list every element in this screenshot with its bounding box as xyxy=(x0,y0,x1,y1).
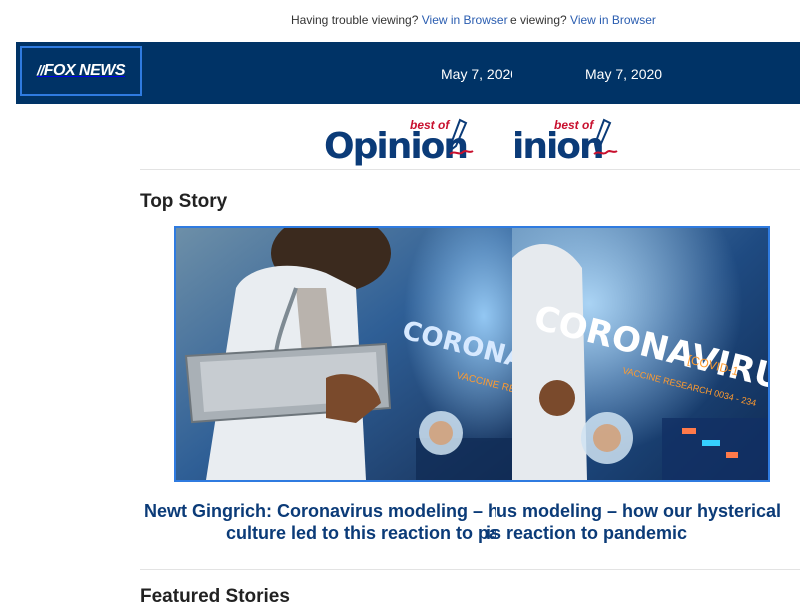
fox-news-logo: //FOX NEWS xyxy=(36,62,126,79)
headline-line2-part1: culture led to this reaction to pa xyxy=(226,523,496,543)
view-in-browser-link[interactable]: View in Browser xyxy=(422,13,508,27)
view-in-browser-link-duplicate[interactable]: View in Browser xyxy=(570,13,656,27)
best-of-opinion-logo-duplicate: inion best of xyxy=(510,112,620,168)
pen-icon xyxy=(449,118,474,155)
featured-stories-heading: Featured Stories xyxy=(140,586,290,607)
issue-date-duplicate: May 7, 2020 xyxy=(585,66,663,82)
headline-line1-part2: us modeling – how our hysterical xyxy=(496,501,782,521)
pen-icon xyxy=(593,118,618,155)
headline-line2-part2: is reaction to pandemic xyxy=(486,523,688,543)
best-of-opinion-logo: Opinion best of xyxy=(322,112,480,168)
top-story-image: CORONAVIRUS VACCINE RESEARCH 0034 - 234 xyxy=(176,228,516,480)
divider xyxy=(140,569,800,570)
best-of-opinion-banner: Opinion best of inion best of xyxy=(0,112,800,168)
view-in-browser-copy: Having trouble viewing? View in Browser xyxy=(291,13,508,27)
top-story-image-duplicate: CORONAVIRUS [COVID-1 VACCINE RESEARCH 00… xyxy=(512,228,768,480)
top-story-image-link[interactable]: CORONAVIRUS VACCINE RESEARCH 0034 - 234 xyxy=(174,226,770,482)
top-story-heading: Top Story xyxy=(140,191,228,212)
logo-slashes-icon: // xyxy=(36,62,44,78)
issue-date: May 7, 2020 xyxy=(441,66,512,82)
fox-news-logo-link[interactable]: //FOX NEWS xyxy=(20,46,142,96)
header-bar: //FOX NEWS May 7, 2020 May 7, 2020 xyxy=(16,42,800,104)
divider xyxy=(140,169,800,170)
headline-line1-part1: Newt Gingrich: Coronavirus modeling – ho xyxy=(144,501,496,521)
top-story-headline-link[interactable]: Newt Gingrich: Coronavirus modeling – ho… xyxy=(140,500,800,550)
view-in-browser-copy-duplicate: e viewing? View in Browser xyxy=(510,13,656,27)
view-in-browser-bar: Having trouble viewing? View in Browser … xyxy=(0,0,800,42)
